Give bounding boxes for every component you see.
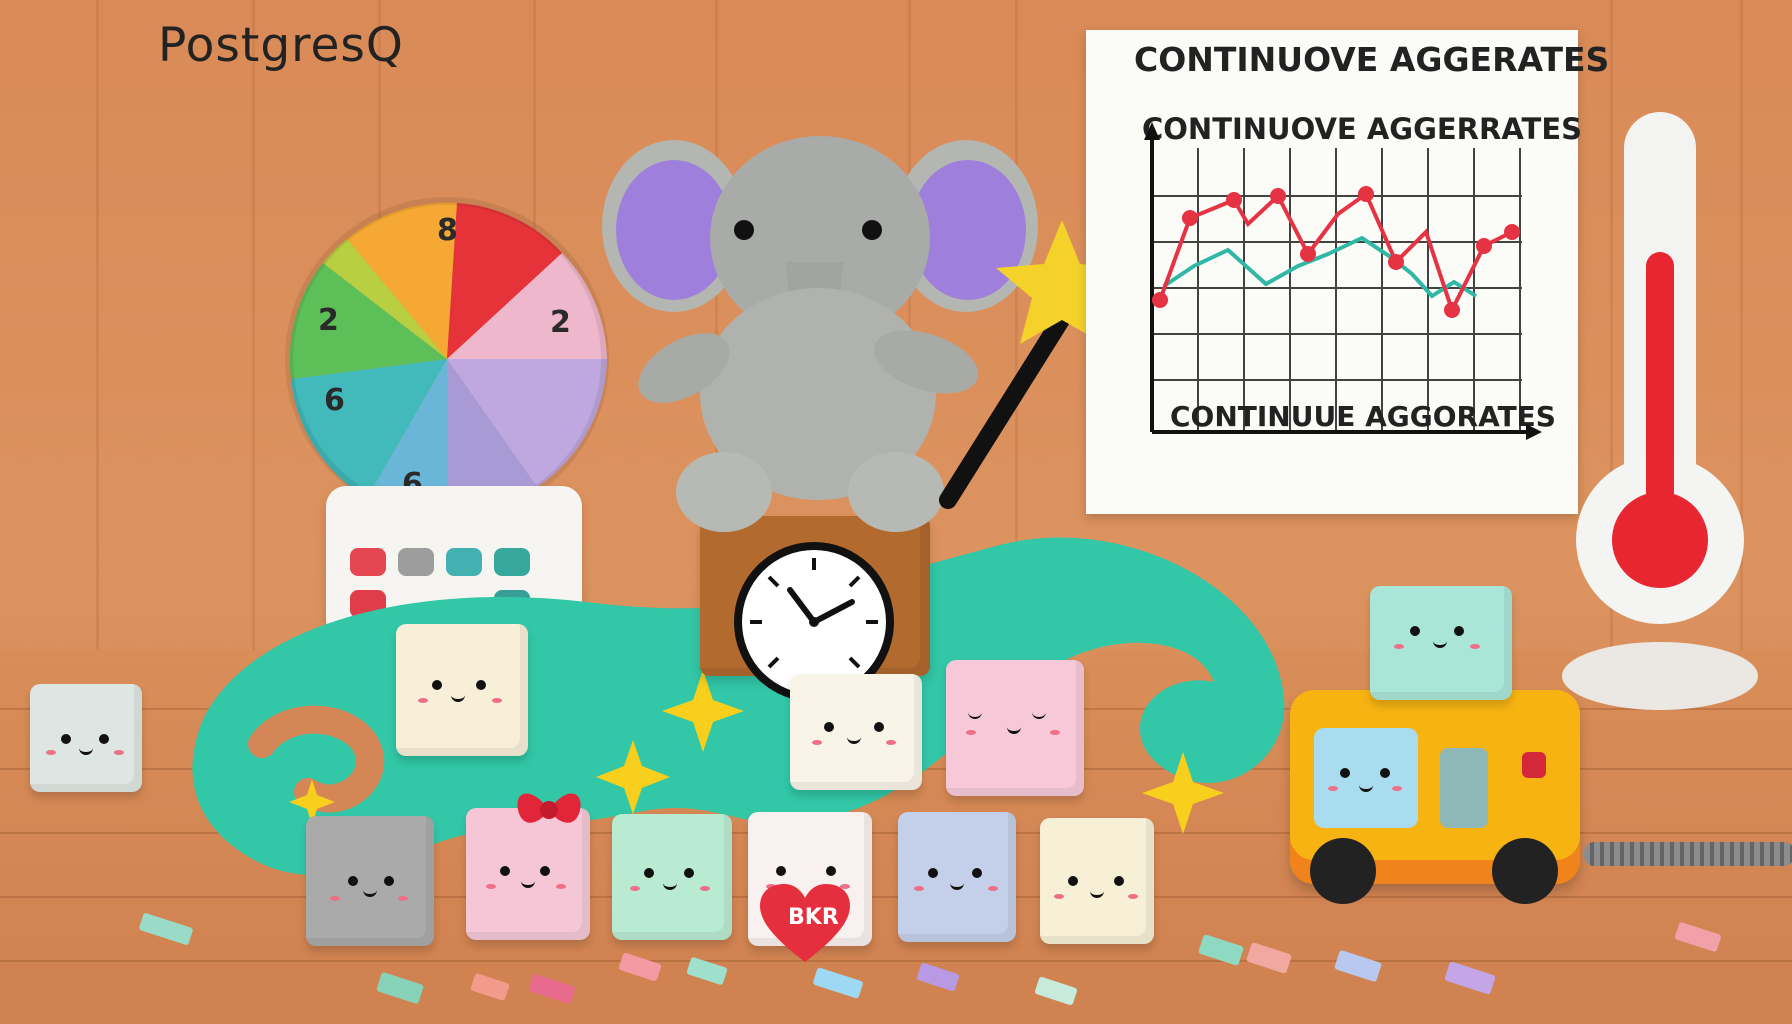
cube-character xyxy=(1040,818,1154,944)
bus-wheel xyxy=(1492,838,1558,904)
chart-sign-title: CONTINUOVE AGGERATES xyxy=(1134,40,1610,79)
postgres-logo-text: PostgresQ xyxy=(158,18,404,73)
pie-number: 6 xyxy=(324,383,345,418)
felt-pie-chart: 8 2 6 6 2 xyxy=(285,197,609,521)
cable xyxy=(1584,842,1792,866)
bus-window xyxy=(1314,728,1418,828)
cube-character xyxy=(306,816,434,946)
floor-grain xyxy=(0,960,1792,962)
bus-badge xyxy=(1522,752,1546,778)
yellow-sparkle-icon xyxy=(596,740,670,814)
thermometer-icon xyxy=(1562,112,1758,710)
heart-text: BKR xyxy=(788,905,839,930)
cube-character xyxy=(1370,586,1512,700)
pie-number: 2 xyxy=(550,305,571,340)
chart-grid xyxy=(1144,122,1542,440)
wall-grain xyxy=(96,0,99,650)
cube-character xyxy=(612,814,732,940)
cube-character xyxy=(396,624,528,756)
cube-character xyxy=(898,812,1016,942)
cube-character xyxy=(790,674,922,790)
continuous-aggregates-chart-sign: CONTINUOVE AGGERATES CONTINUOVE AGGERRAT… xyxy=(1086,30,1609,514)
bus-side-window xyxy=(1440,748,1488,828)
pie-number: 8 xyxy=(437,213,458,248)
bow-icon xyxy=(517,793,581,823)
cube-character xyxy=(30,684,142,792)
heart-icon: BKR xyxy=(760,884,850,962)
cube-character xyxy=(946,660,1084,796)
felt-toy-scene: PostgresQ 8 2 6 6 2 CONTINUOVE AGGERATES… xyxy=(0,0,1792,1024)
pie-number: 2 xyxy=(318,303,339,338)
bus-wheel xyxy=(1310,838,1376,904)
